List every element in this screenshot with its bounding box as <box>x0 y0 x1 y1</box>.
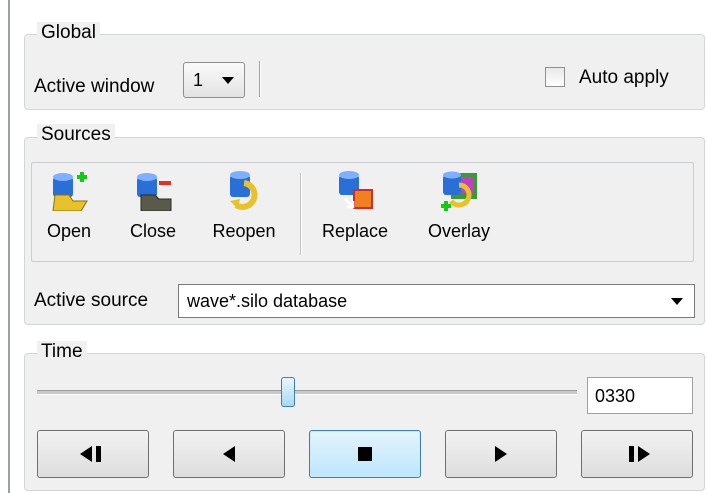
stop-button[interactable] <box>309 430 421 478</box>
replace-button[interactable]: Replace <box>314 171 396 242</box>
step-forward-icon <box>629 446 650 462</box>
auto-apply-checkbox[interactable] <box>545 67 565 87</box>
close-database-icon <box>137 173 172 211</box>
overlay-label: Overlay <box>427 221 490 241</box>
sources-title: Sources <box>37 124 115 146</box>
close-label: Close <box>129 221 177 241</box>
window-edge <box>8 0 10 493</box>
time-title: Time <box>37 341 87 363</box>
active-source-value: wave*.silo database <box>187 291 348 311</box>
global-title: Global <box>37 22 100 44</box>
active-window-label: Active window <box>34 76 155 97</box>
step-back-button[interactable] <box>37 430 149 478</box>
toolbar-separator <box>300 173 302 255</box>
active-source-label: Active source <box>34 290 149 311</box>
time-group: Time 0330 <box>24 341 705 491</box>
play-icon <box>495 446 507 462</box>
global-group: Global Active window 1 Auto apply <box>24 22 705 110</box>
step-forward-button[interactable] <box>581 430 693 478</box>
step-back-icon <box>80 446 101 462</box>
time-slider-handle[interactable] <box>281 377 295 407</box>
reopen-label: Reopen <box>212 221 276 241</box>
open-button[interactable]: Open <box>42 171 96 242</box>
active-window-value: 1 <box>193 70 204 90</box>
overlay-button[interactable]: Overlay <box>418 171 500 242</box>
chevron-down-icon <box>222 77 234 84</box>
time-state-value: 0330 <box>595 386 636 406</box>
replace-database-icon <box>339 171 373 209</box>
open-database-icon <box>52 172 88 211</box>
reopen-button[interactable]: Reopen <box>202 171 286 242</box>
overlay-database-icon <box>441 171 477 211</box>
replace-label: Replace <box>321 221 389 241</box>
stop-icon <box>358 447 372 461</box>
separator <box>259 61 261 97</box>
sources-group: Sources Open Close Reopen Replace Overla… <box>24 124 705 325</box>
play-reverse-icon <box>223 446 235 462</box>
close-button[interactable]: Close <box>124 171 182 242</box>
active-window-select[interactable]: 1 <box>183 62 245 98</box>
play-reverse-button[interactable] <box>173 430 285 478</box>
chevron-down-icon <box>671 298 683 305</box>
sources-toolbar: Open Close Reopen Replace Overlay <box>31 162 694 262</box>
auto-apply-label: Auto apply <box>579 67 669 88</box>
active-source-select[interactable]: wave*.silo database <box>178 284 695 318</box>
time-state-field[interactable]: 0330 <box>587 377 693 414</box>
open-label: Open <box>46 221 92 241</box>
reopen-database-icon <box>230 171 258 210</box>
play-button[interactable] <box>445 430 557 478</box>
time-slider-track[interactable] <box>37 390 577 395</box>
